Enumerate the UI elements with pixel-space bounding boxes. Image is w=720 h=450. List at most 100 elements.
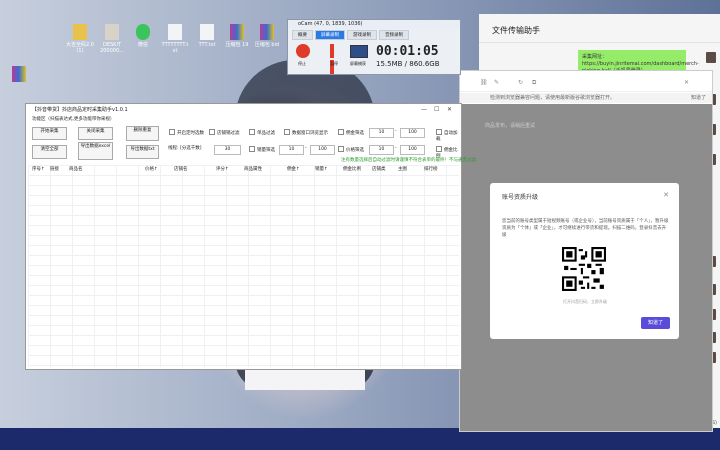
auto-load-checkbox[interactable]: 自动加载 — [436, 129, 461, 143]
export-excel-button[interactable]: 导出数据excel — [78, 142, 113, 160]
column-header[interactable]: 序号↑ — [32, 166, 45, 172]
desktop-icon[interactable]: 微信 — [128, 24, 158, 48]
ocam-tabs: 概要 屏幕录制 游戏录制 音频录制 — [288, 29, 460, 41]
tab-screen-record[interactable]: 屏幕录制 — [315, 30, 345, 40]
link-icon[interactable]: ⛓ — [480, 80, 488, 86]
desktop-icon-label: 压缩包 19 — [225, 42, 249, 48]
tab-overview[interactable]: 概要 — [292, 30, 313, 40]
column-header[interactable]: 主图 — [398, 166, 407, 172]
close-icon[interactable]: ✕ — [447, 104, 452, 116]
maximize-icon[interactable]: ☐ — [434, 104, 439, 116]
refresh-icon[interactable]: ↻ — [518, 80, 524, 86]
avatar[interactable] — [706, 52, 716, 63]
export-txt-button[interactable]: 导出数据txt — [126, 145, 159, 159]
screen-label: 屏幕捕获 — [350, 61, 366, 66]
close-icon[interactable]: ✕ — [684, 80, 690, 86]
compat-warning-text: 检测到浏览器兼容问题，请使用最新版谷歌浏览器打开。 — [490, 95, 616, 101]
column-header[interactable]: 评分↑ — [216, 166, 229, 172]
single-filter-checkbox[interactable]: 单品过滤 — [249, 129, 275, 137]
screen-capture-icon[interactable] — [350, 45, 368, 58]
checkbox-label: 单品过滤 — [257, 131, 275, 136]
desktop-icon-label: 微信 — [137, 42, 148, 48]
column-header[interactable]: 链接 — [50, 166, 59, 172]
thread-input[interactable]: 30 — [214, 145, 241, 155]
column-header[interactable]: 商品名 — [69, 166, 83, 172]
ocam-title: oCam (47, 0, 1839, 1036) — [288, 20, 460, 29]
pause-label: 暂停 — [330, 61, 338, 66]
delete-duplicates-button[interactable]: 删除重复 — [126, 126, 159, 141]
dialog-title: 账号资质升级 — [502, 194, 539, 201]
archive-icon — [105, 24, 119, 40]
desktop-icon[interactable]: 压缩包 bid — [252, 24, 282, 48]
tab-audio-record[interactable]: 音频录制 — [379, 30, 409, 40]
desktop-icon-label: 大吉全码2.0 (1) — [66, 42, 94, 54]
range2-from-input[interactable]: 10 — [279, 145, 304, 155]
tab-game-record[interactable]: 游戏录制 — [347, 30, 377, 40]
results-table[interactable] — [28, 165, 459, 367]
desktop-icon[interactable]: 压缩包 19 — [222, 24, 252, 48]
column-header[interactable]: 店铺类 — [372, 166, 386, 172]
data-window-checkbox[interactable]: 数据窗口浏览显示 — [284, 129, 328, 137]
desktop-icon[interactable]: 大吉全码2.0 (1) — [65, 24, 95, 54]
checkbox-label: 销量筛选 — [257, 148, 275, 153]
collector-window: 【抖音带货】抖店商品定时采集助手v1.0.1 — ☐ ✕ 功能区（扫描表达式,更… — [25, 103, 476, 370]
range-dash: - — [395, 129, 397, 134]
minimize-icon[interactable]: — — [421, 104, 427, 116]
copy-icon[interactable]: ⧉ — [532, 80, 538, 86]
desktop-icon-label: TTTTTTTT.t xt — [161, 42, 189, 54]
browser-window: ⛓ ✎ ↻ ⧉ ✕ 检测到浏览器兼容问题，请使用最新版谷歌浏览器打开。 知道了 … — [459, 70, 713, 432]
record-size: 15.5MB / 860.6GB — [376, 60, 440, 68]
winrar-icon — [12, 66, 26, 82]
compat-warning: 检测到浏览器兼容问题，请使用最新版谷歌浏览器打开。 知道了 — [460, 93, 712, 103]
chat-title: 文件传输助手 — [479, 14, 720, 43]
commission-filter-checkbox[interactable]: 佣金筛选 — [338, 129, 364, 137]
wechat-icon — [136, 24, 150, 40]
range2-to-input[interactable]: 100 — [310, 145, 335, 155]
timer-filter-checkbox[interactable]: 开启定时选数 — [169, 129, 204, 137]
range-dash: - — [395, 146, 397, 151]
stop-record-button[interactable] — [296, 44, 310, 58]
column-header[interactable]: 佣金↑ — [287, 166, 300, 172]
confirm-button[interactable]: 知道了 — [641, 317, 670, 329]
qr-caption: 打开抖音扫码，立即升级 — [563, 299, 607, 304]
start-collect-button[interactable]: 开始采集 — [32, 127, 67, 140]
app-subtitle: 功能区（扫描表达式,更多功能带你采视） — [32, 117, 115, 122]
ocam-window: oCam (47, 0, 1839, 1036) 概要 屏幕录制 游戏录制 音频… — [287, 19, 461, 75]
close-icon[interactable]: ✕ — [663, 191, 669, 199]
desktop-icon[interactable]: TTT.txt — [192, 24, 222, 48]
column-header[interactable]: 商品属性 — [244, 166, 262, 172]
range3-to-input[interactable]: 100 — [400, 145, 425, 155]
app-title: 【抖音带货】抖店商品定时采集助手v1.0.1 — [32, 107, 128, 113]
qr-code — [562, 247, 606, 291]
desktop-icon[interactable]: DESKIT 200000... — [97, 24, 127, 54]
range1-to-input[interactable]: 100 — [400, 128, 425, 138]
column-header[interactable]: 排行榜 — [424, 166, 438, 172]
desktop-icon[interactable] — [4, 66, 34, 84]
range3-from-input[interactable]: 10 — [369, 145, 394, 155]
winrar-icon — [230, 24, 244, 40]
page-text: 商品发布，请稍后重试 — [485, 123, 536, 129]
sales-filter-checkbox[interactable]: 销量筛选 — [249, 146, 275, 154]
column-header[interactable]: 店铺名 — [174, 166, 188, 172]
text-file-icon — [168, 24, 182, 40]
thread-label: 线程: [分选千数] — [168, 146, 202, 151]
dialog-body: 您当前的账号类型属于短视频账号（或企业号），当前账号资质属于「个人」，暂升级资质… — [502, 219, 669, 238]
dismiss-warning-link[interactable]: 知道了 — [691, 93, 706, 103]
column-header[interactable]: 销量↑ — [315, 166, 328, 172]
stop-collect-button[interactable]: 关闭采集 — [78, 127, 113, 140]
range1-from-input[interactable]: 10 — [369, 128, 394, 138]
column-header[interactable]: 价格↑ — [145, 166, 158, 172]
desktop-icon[interactable]: TTTTTTTT.t xt — [160, 24, 190, 54]
upgrade-dialog: 账号资质升级 ✕ 您当前的账号类型属于短视频账号（或企业号），当前账号资质属于「… — [490, 183, 679, 339]
modal-overlay: 商品发布，请稍后重试 账号资质升级 ✕ 您当前的账号类型属于短视频账号（或企业号… — [460, 104, 712, 431]
checkbox-label: 店铺销过滤 — [217, 131, 240, 136]
shop-filter-checkbox[interactable]: 店铺销过滤 — [209, 129, 240, 137]
filter-notice: 注有数量选择后自动过滤时请谨慎不符合表单的最终！不与通无过滤 — [341, 158, 476, 163]
winrar-icon — [260, 24, 274, 40]
column-header[interactable]: 佣金比例 — [343, 166, 361, 172]
clear-all-button[interactable]: 清空全部 — [32, 145, 67, 159]
app-title-bar: 【抖音带货】抖店商品定时采集助手v1.0.1 — ☐ ✕ — [26, 104, 461, 116]
price-filter-checkbox[interactable]: 价格筛选 — [338, 146, 364, 154]
edit-icon[interactable]: ✎ — [494, 80, 500, 86]
pause-button[interactable] — [330, 44, 342, 74]
